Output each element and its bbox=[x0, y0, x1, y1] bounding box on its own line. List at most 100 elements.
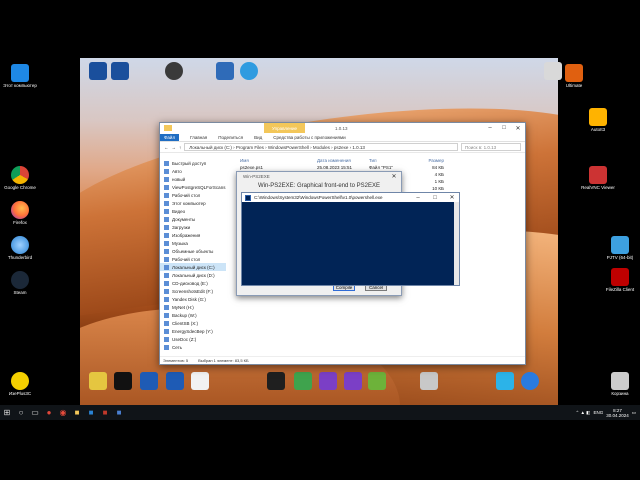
desktop-icon[interactable] bbox=[510, 372, 550, 390]
nav-item[interactable]: Рабочий стол bbox=[160, 191, 226, 199]
address-bar-row: ← → ↑ Локальный диск (C:) › Program File… bbox=[160, 142, 525, 153]
nav-item[interactable]: Backup (W:) bbox=[160, 311, 226, 319]
breadcrumb-item[interactable]: Modules bbox=[313, 145, 330, 150]
desktop-icon[interactable] bbox=[229, 62, 269, 80]
task-view-icon[interactable]: ▭ bbox=[28, 407, 42, 419]
drive-icon bbox=[164, 280, 169, 286]
nav-item[interactable]: Загрузки bbox=[160, 223, 226, 231]
nav-item[interactable]: Видео bbox=[160, 207, 226, 215]
drive-icon bbox=[164, 288, 169, 294]
desktop-icon[interactable] bbox=[409, 372, 449, 390]
tab-home[interactable]: Главная bbox=[190, 135, 207, 140]
console-scrollbar[interactable] bbox=[454, 202, 459, 285]
nav-item[interactable]: CD-дисковод (E:) bbox=[160, 279, 226, 287]
nav-item[interactable]: Локальный диск (D:) bbox=[160, 271, 226, 279]
nav-item-label: Локальный диск (C:) bbox=[172, 264, 215, 270]
desktop-icon-autoit[interactable]: AutoIt3 bbox=[578, 108, 618, 133]
column-type[interactable]: Тип bbox=[369, 158, 414, 163]
tab-file[interactable]: Файл bbox=[160, 133, 180, 141]
search-input[interactable]: Поиск в: 1.0.13 bbox=[461, 143, 521, 151]
desktop-icon-vnc[interactable]: RealVNC Viewer bbox=[578, 166, 618, 191]
explorer-titlebar[interactable]: Управление 1.0.13 – □ ✕ bbox=[160, 123, 525, 133]
nav-item[interactable]: Изображения bbox=[160, 231, 226, 239]
start-icon[interactable]: ⊞ bbox=[0, 407, 14, 419]
breadcrumb-item[interactable]: Program Files bbox=[236, 145, 264, 150]
nav-item[interactable]: Авто bbox=[160, 167, 226, 175]
maximize-button[interactable]: □ bbox=[428, 193, 442, 203]
back-icon[interactable]: ← bbox=[164, 145, 169, 150]
manage-tab[interactable]: Управление bbox=[264, 123, 306, 133]
desktop-icon-chrome[interactable]: Google Chrome bbox=[0, 166, 40, 191]
breadcrumb-item[interactable]: ps2exe bbox=[334, 145, 349, 150]
notification-icon[interactable]: ▭ bbox=[632, 410, 636, 416]
desktop-icon-gfo[interactable]: ИзеPlus3C bbox=[0, 372, 40, 397]
dialog-close-button[interactable]: ✕ bbox=[387, 172, 401, 182]
taskbar-app-icon[interactable]: ■ bbox=[98, 407, 112, 419]
tab-share[interactable]: Поделиться bbox=[218, 135, 243, 140]
close-button[interactable]: ✕ bbox=[511, 123, 525, 133]
column-date[interactable]: Дата изменения bbox=[317, 158, 369, 163]
nav-item[interactable]: MyNet (H:) bbox=[160, 303, 226, 311]
nav-item[interactable]: Быстрый доступ bbox=[160, 159, 226, 167]
powershell-console-window[interactable]: C:\Windows\System32\WindowsPowerShell\v1… bbox=[241, 192, 460, 286]
taskbar-app-icon[interactable]: ■ bbox=[84, 407, 98, 419]
app-icon bbox=[240, 62, 258, 80]
breadcrumb-item[interactable]: Локальный диск (C:) bbox=[189, 145, 232, 150]
desktop-icon-thunderbird[interactable]: Thunderbird bbox=[0, 236, 40, 261]
tab-view[interactable]: Вид bbox=[254, 135, 262, 140]
breadcrumb-item[interactable]: WindowsPowerShell bbox=[268, 145, 309, 150]
nav-item[interactable]: Музыка bbox=[160, 239, 226, 247]
nav-item[interactable]: EnergySdecBep (Y:) bbox=[160, 327, 226, 335]
nav-item[interactable]: Рабочий стол bbox=[160, 255, 226, 263]
nav-item[interactable]: новый bbox=[160, 175, 226, 183]
nav-item[interactable]: Этот компьютер bbox=[160, 199, 226, 207]
nav-item[interactable]: Документы bbox=[160, 215, 226, 223]
desktop-icon-steam[interactable]: Steam bbox=[0, 271, 40, 296]
file-row[interactable]: ps2exe.ps1 25.08.2023 15:51 Файл "PS1" 84 К… bbox=[238, 164, 525, 171]
desktop-icon[interactable] bbox=[180, 372, 220, 390]
desktop-icon-pjtv[interactable]: PJTV (64-bit) bbox=[600, 236, 640, 261]
desktop-icon-firefox[interactable]: Firefox bbox=[0, 201, 40, 226]
tray-icons[interactable]: ⌃ ▲ ◧ bbox=[575, 410, 590, 416]
forward-icon[interactable]: → bbox=[172, 145, 177, 150]
column-name[interactable]: Имя bbox=[240, 158, 317, 163]
search-icon[interactable]: ○ bbox=[14, 407, 28, 419]
nav-item-label: новый bbox=[172, 176, 186, 182]
taskbar: ⊞ ○ ▭ ● ◉ ■ ■ ■ ■ ⌃ ▲ ◧ ENG 8:27 30.04.2… bbox=[0, 405, 640, 420]
drive-icon bbox=[164, 304, 169, 310]
taskbar-powershell-icon[interactable]: ■ bbox=[112, 407, 126, 419]
clock-date: 30.04.2024 bbox=[606, 412, 629, 418]
nav-item[interactable]: Сеть bbox=[160, 343, 226, 351]
language-indicator[interactable]: ENG bbox=[593, 410, 603, 415]
desktop-icon-this-pc[interactable]: Этот компьютер bbox=[0, 64, 40, 89]
nav-item[interactable]: ScreenshotsEdit (F:) bbox=[160, 287, 226, 295]
desktop-icon[interactable] bbox=[154, 62, 194, 80]
desktop-icon[interactable] bbox=[357, 372, 397, 390]
desktop-icon-filezilla[interactable]: FileZilla Client bbox=[600, 268, 640, 293]
close-button[interactable]: ✕ bbox=[445, 193, 459, 203]
taskbar-app-icon[interactable]: ■ bbox=[70, 407, 84, 419]
maximize-button[interactable]: □ bbox=[497, 123, 511, 133]
nav-item[interactable]: ViewPostgreSQLForScans bbox=[160, 183, 226, 191]
console-titlebar[interactable]: C:\Windows\System32\WindowsPowerShell\v1… bbox=[242, 193, 459, 202]
clock[interactable]: 8:27 30.04.2024 bbox=[606, 408, 629, 418]
nav-item[interactable]: Локальный диск (C:) bbox=[160, 263, 226, 271]
desktop-icon[interactable] bbox=[100, 62, 140, 80]
nav-item[interactable]: ClientSB (X:) bbox=[160, 319, 226, 327]
minimize-button[interactable]: – bbox=[483, 123, 497, 133]
minimize-button[interactable]: – bbox=[411, 193, 425, 203]
nav-item[interactable]: UseDoc (Z:) bbox=[160, 335, 226, 343]
column-size[interactable]: Размер bbox=[414, 158, 444, 163]
tab-app-tools[interactable]: Средства работы с приложениями bbox=[273, 135, 345, 140]
up-icon[interactable]: ↑ bbox=[179, 145, 181, 150]
breadcrumb-item[interactable]: 1.0.13 bbox=[352, 145, 365, 150]
nav-item[interactable]: Объемные объекты bbox=[160, 247, 226, 255]
desktop-icon[interactable] bbox=[533, 62, 573, 80]
taskbar-app-icon[interactable]: ◉ bbox=[56, 407, 70, 419]
dialog-titlebar[interactable]: Win-PS2EXE ✕ bbox=[237, 172, 401, 181]
nav-item[interactable]: Yandex Disk (G:) bbox=[160, 295, 226, 303]
taskbar-app-icon[interactable]: ● bbox=[42, 407, 56, 419]
address-bar[interactable]: Локальный диск (C:) › Program Files › Wi… bbox=[184, 143, 458, 151]
desktop-icon-recycle-bin[interactable]: Корзина bbox=[600, 372, 640, 397]
app-icon bbox=[191, 372, 209, 390]
